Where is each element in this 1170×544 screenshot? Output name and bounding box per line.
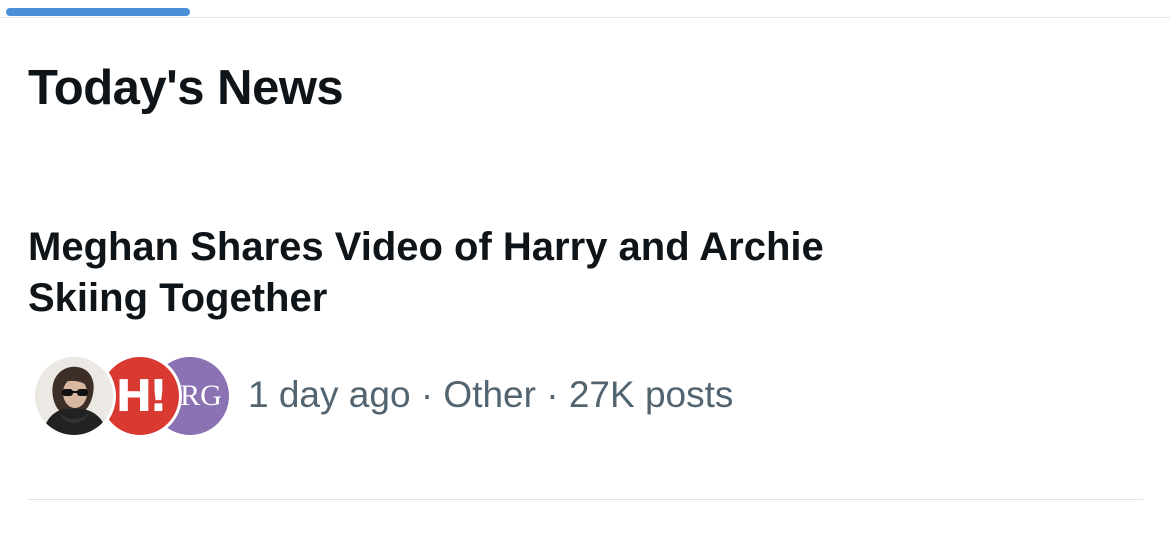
person-avatar	[32, 354, 116, 438]
section-title: Today's News	[28, 61, 344, 115]
bottom-divider	[28, 499, 1143, 500]
story-post-count: 27K posts	[568, 374, 734, 415]
top-divider	[0, 17, 1170, 18]
story-meta: 1 day ago · Other · 27K posts	[248, 374, 733, 416]
news-story-card[interactable]: Meghan Shares Video of Harry and Archie …	[28, 222, 1143, 438]
person-photo-icon	[35, 357, 113, 435]
news-page: Today's News Meghan Shares Video of Harr…	[0, 0, 1170, 544]
meta-separator: ·	[546, 374, 559, 415]
story-meta-row: RG H! 1 day ago · Other · 27K posts	[32, 352, 733, 438]
active-tab-indicator	[6, 8, 190, 16]
story-time: 1 day ago	[248, 374, 411, 415]
story-category: Other	[443, 374, 536, 415]
avatar-stack: RG H!	[32, 352, 232, 438]
meta-separator: ·	[420, 374, 434, 415]
story-headline[interactable]: Meghan Shares Video of Harry and Archie …	[28, 222, 928, 324]
